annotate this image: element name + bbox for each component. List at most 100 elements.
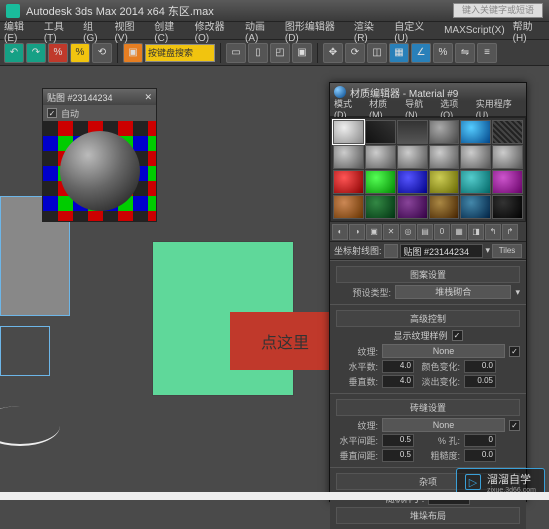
percent-snap-button[interactable]: % xyxy=(433,43,453,63)
dropdown-icon[interactable]: ▾ xyxy=(515,287,520,298)
dropdown-icon[interactable]: ▾ xyxy=(485,245,490,256)
material-sample-slot[interactable] xyxy=(492,195,523,219)
texture-map-button[interactable]: None xyxy=(382,344,505,358)
section-header-grout[interactable]: 砖缝设置 xyxy=(336,399,520,416)
scene-spline[interactable] xyxy=(0,406,60,446)
help-search-input[interactable]: 键入关键字或短语 xyxy=(453,3,543,18)
material-sample-slot[interactable] xyxy=(365,195,396,219)
tiles-type-button[interactable]: Tiles xyxy=(492,244,522,258)
unlink-button[interactable]: % xyxy=(70,43,90,63)
selection-filter-input[interactable] xyxy=(145,44,215,62)
undo-button[interactable]: ↶ xyxy=(4,43,24,63)
select-region-button[interactable]: ◰ xyxy=(270,43,290,63)
menu-tools[interactable]: 工具(T) xyxy=(44,18,75,44)
separator-icon xyxy=(117,43,118,63)
show-map-button[interactable]: ▦ xyxy=(451,224,467,240)
redo-button[interactable]: ↷ xyxy=(26,43,46,63)
hgap-spinner[interactable]: 0.5 xyxy=(382,434,414,447)
material-sample-slot[interactable] xyxy=(492,170,523,194)
material-sample-slot[interactable] xyxy=(333,195,364,219)
texture-preview-window[interactable]: 贴图 #23144234 ✕ ✓ 自动 xyxy=(42,88,157,222)
select-name-button[interactable]: ▯ xyxy=(248,43,268,63)
align-button[interactable]: ≡ xyxy=(477,43,497,63)
menu-help[interactable]: 帮助(H) xyxy=(513,18,545,44)
grout-enable-checkbox[interactable]: ✓ xyxy=(509,420,520,431)
close-icon[interactable]: ✕ xyxy=(144,92,152,103)
material-sample-slot[interactable] xyxy=(460,120,491,144)
colorvar-spinner[interactable]: 0.0 xyxy=(464,360,496,373)
material-sample-slot[interactable] xyxy=(397,120,428,144)
put-library-button[interactable]: ▤ xyxy=(417,224,433,240)
material-editor-window[interactable]: 材质编辑器 - Material #9 模式(D) 材质(M) 导航(N) 选项… xyxy=(329,82,527,502)
fadevar-spinner[interactable]: 0.05 xyxy=(464,375,496,388)
grout-texture-button[interactable]: None xyxy=(382,418,505,432)
menu-edit[interactable]: 编辑(E) xyxy=(4,18,36,44)
material-sample-slot[interactable] xyxy=(429,170,460,194)
material-sample-slot[interactable] xyxy=(492,120,523,144)
rotate-button[interactable]: ⟳ xyxy=(345,43,365,63)
section-header-advanced[interactable]: 高级控制 xyxy=(336,310,520,327)
assign-material-button[interactable]: ▣ xyxy=(366,224,382,240)
rough-spinner[interactable]: 0.0 xyxy=(464,449,496,462)
link-button[interactable]: % xyxy=(48,43,68,63)
material-sample-slot[interactable] xyxy=(365,120,396,144)
scale-button[interactable]: ◫ xyxy=(367,43,387,63)
material-sample-slot[interactable] xyxy=(460,195,491,219)
menu-views[interactable]: 视图(V) xyxy=(114,18,146,44)
scene-object[interactable] xyxy=(0,326,50,376)
material-sample-slot[interactable] xyxy=(333,145,364,169)
material-sample-slot[interactable] xyxy=(397,145,428,169)
go-forward-button[interactable]: ↱ xyxy=(502,224,518,240)
select-button[interactable]: ▣ xyxy=(123,43,143,63)
angle-snap-button[interactable]: ∠ xyxy=(411,43,431,63)
menu-animation[interactable]: 动画(A) xyxy=(245,18,277,44)
menu-create[interactable]: 创建(C) xyxy=(154,18,186,44)
material-sample-slot[interactable] xyxy=(460,145,491,169)
texture-window-titlebar[interactable]: 贴图 #23144234 ✕ xyxy=(43,89,156,105)
menu-customize[interactable]: 自定义(U) xyxy=(394,18,436,44)
bind-button[interactable]: ⟲ xyxy=(92,43,112,63)
make-unique-button[interactable]: ◎ xyxy=(400,224,416,240)
holes-spinner[interactable]: 0 xyxy=(464,434,496,447)
mirror-button[interactable]: ⇋ xyxy=(455,43,475,63)
snap-button[interactable]: ▦ xyxy=(389,43,409,63)
put-material-button[interactable]: ◑ xyxy=(349,224,365,240)
separator-icon xyxy=(317,43,318,63)
material-sample-slot[interactable] xyxy=(397,170,428,194)
material-sample-slot[interactable] xyxy=(429,195,460,219)
show-end-result-button[interactable]: ◨ xyxy=(468,224,484,240)
hcount-spinner[interactable]: 4.0 xyxy=(382,360,414,373)
material-sample-slot[interactable] xyxy=(333,120,364,144)
preset-type-dropdown[interactable]: 堆栈砌合 xyxy=(395,285,511,299)
material-sample-slot[interactable] xyxy=(365,170,396,194)
pick-map-button[interactable] xyxy=(384,244,398,258)
section-header-stack[interactable]: 堆垛布局 xyxy=(336,507,520,524)
menu-group[interactable]: 组(G) xyxy=(83,18,106,44)
material-sample-slot[interactable] xyxy=(429,145,460,169)
viewport[interactable]: 点这里 贴图 #23144234 ✕ ✓ 自动 材质编辑器 - Material… xyxy=(0,66,549,500)
material-sample-slot[interactable] xyxy=(365,145,396,169)
texture-enable-checkbox[interactable]: ✓ xyxy=(509,346,520,357)
material-sample-slot[interactable] xyxy=(492,145,523,169)
window-crossing-button[interactable]: ▣ xyxy=(292,43,312,63)
material-id-button[interactable]: 0 xyxy=(434,224,450,240)
reset-map-button[interactable]: ✕ xyxy=(383,224,399,240)
menu-graph[interactable]: 图形编辑器(D) xyxy=(285,18,346,44)
menu-modifiers[interactable]: 修改器(O) xyxy=(195,18,237,44)
select-object-button[interactable]: ▭ xyxy=(226,43,246,63)
vgap-spinner[interactable]: 0.5 xyxy=(382,449,414,462)
menu-maxscript[interactable]: MAXScript(X) xyxy=(444,25,505,36)
menu-rendering[interactable]: 渲染(R) xyxy=(354,18,386,44)
vcount-spinner[interactable]: 4.0 xyxy=(382,375,414,388)
go-parent-button[interactable]: ↰ xyxy=(485,224,501,240)
material-sample-slot[interactable] xyxy=(429,120,460,144)
material-name-input[interactable]: 贴图 #23144234 xyxy=(400,244,484,258)
material-sample-slot[interactable] xyxy=(333,170,364,194)
material-sample-slot[interactable] xyxy=(460,170,491,194)
show-texture-checkbox[interactable]: ✓ xyxy=(452,330,463,341)
get-material-button[interactable]: ◐ xyxy=(332,224,348,240)
auto-checkbox[interactable]: ✓ xyxy=(47,108,57,118)
material-sample-slot[interactable] xyxy=(397,195,428,219)
move-button[interactable]: ✥ xyxy=(323,43,343,63)
section-header-pattern[interactable]: 图案设置 xyxy=(336,266,520,283)
